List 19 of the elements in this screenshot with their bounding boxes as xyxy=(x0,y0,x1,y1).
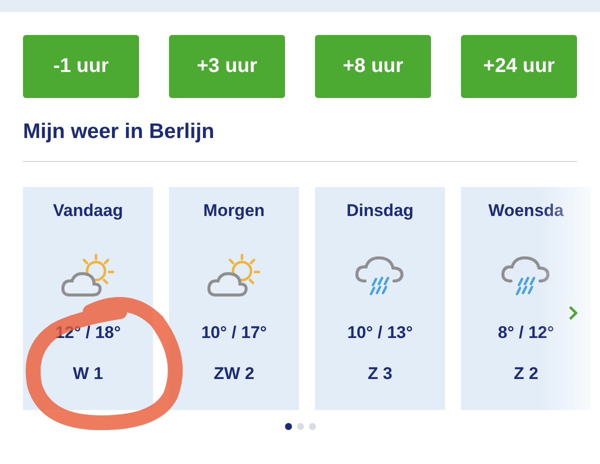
day-label: Vandaag xyxy=(53,201,123,221)
wind-label: W 1 xyxy=(72,364,104,384)
temperature-range: 10° / 17° xyxy=(201,323,267,343)
forecast-card[interactable]: Dinsdag 10° / 13° Z 3 xyxy=(315,187,445,410)
wind-label: ZW 2 xyxy=(214,364,254,384)
page-dot[interactable] xyxy=(284,423,292,430)
wind-label: Z 2 xyxy=(514,364,538,384)
page-dot[interactable] xyxy=(296,423,304,430)
day-label: Dinsdag xyxy=(346,201,414,221)
forecast-card[interactable]: Woensda 8° / 12° Z 2 xyxy=(461,187,591,410)
temperature-range: 8° / 12° xyxy=(498,323,554,343)
temperature-range: 10° / 13° xyxy=(347,323,413,343)
section-title: Mijn weer in Berlijn xyxy=(23,120,216,144)
day-label: Morgen xyxy=(203,201,265,221)
chevron-right-icon[interactable] xyxy=(568,305,578,321)
forecast-card[interactable]: Morgen 10° / 17° ZW 2 xyxy=(169,187,299,410)
wind-label: Z 3 xyxy=(368,364,392,384)
day-label: Woensda xyxy=(488,201,564,221)
page-dot[interactable] xyxy=(308,423,316,430)
